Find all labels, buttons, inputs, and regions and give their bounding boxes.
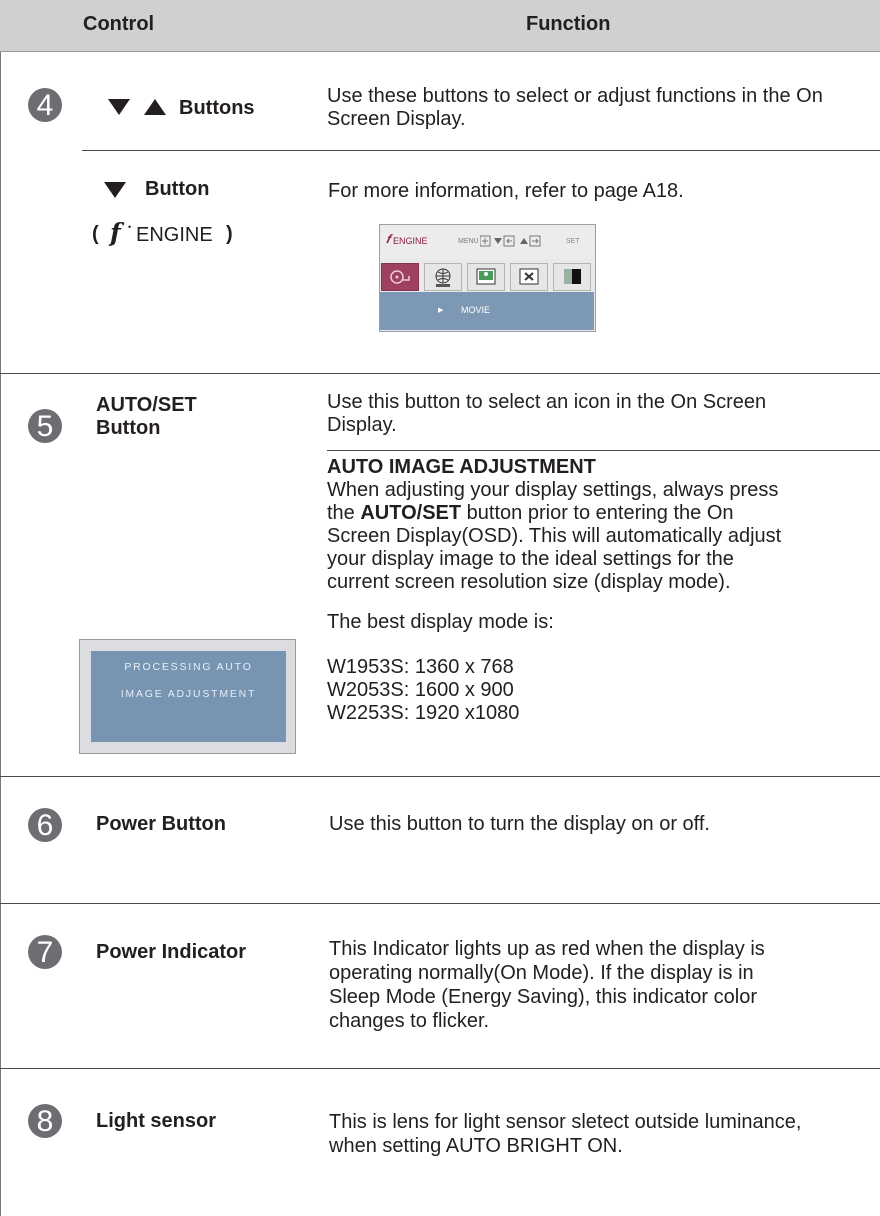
arrow-down-up-icon — [108, 97, 172, 122]
f-engine-logo-icon: 𝒇 — [110, 218, 121, 247]
control-label-5b: Button — [96, 417, 161, 439]
left-border — [0, 52, 1, 1216]
row-separator-4-5 — [0, 373, 880, 374]
mode-w2253s: W2253S: 1920 x1080 — [327, 702, 520, 724]
function-line-6: Use this button to turn the display on o… — [329, 813, 710, 835]
osd-f-icon: 𝒇 — [386, 232, 391, 246]
processing-line-2: IMAGE ADJUSTMENT — [120, 688, 257, 700]
number-badge-8: 8 — [28, 1104, 62, 1138]
function-line-5b: Display. — [327, 414, 397, 436]
osd-menu-label: MENU — [458, 238, 479, 245]
osd-close-icon — [510, 263, 548, 291]
auto-line-5: current screen resolution size (display … — [327, 571, 731, 593]
osd-picture-icon — [467, 263, 505, 291]
control-label-4b: Button — [145, 178, 210, 200]
function-line-7a: This Indicator lights up as red when the… — [329, 938, 765, 960]
function-line-7b: operating normally(On Mode). If the disp… — [329, 962, 754, 984]
row-divider-5 — [327, 450, 880, 451]
row-separator-6-7 — [0, 903, 880, 904]
control-label-6: Power Button — [96, 813, 226, 835]
osd-arrow-icon: ▶ — [438, 307, 444, 314]
dot-icon: • — [128, 222, 132, 232]
control-label-8: Light sensor — [96, 1110, 217, 1132]
row-divider-4 — [82, 150, 880, 151]
function-line-8a: This is lens for light sensor sletect ou… — [329, 1111, 802, 1133]
osd-internet-icon — [424, 263, 462, 291]
mode-w2053s: W2053S: 1600 x 900 — [327, 679, 514, 701]
header-function: Function — [526, 13, 611, 35]
row-separator-7-8 — [0, 1068, 880, 1069]
mode-w1953s: W1953S: 1360 x 768 — [327, 656, 514, 678]
function-line-8b: when setting AUTO BRIGHT ON. — [329, 1135, 623, 1157]
header-control: Control — [83, 13, 155, 35]
auto-line-3: Screen Display(OSD). This will automatic… — [327, 525, 782, 547]
control-label-5a: AUTO/SET — [96, 394, 197, 416]
osd-movie-icon — [381, 263, 419, 291]
auto-line-2: the AUTO/SET button prior to entering th… — [327, 502, 734, 524]
paren-open: ( — [92, 223, 99, 245]
paren-close: ) — [226, 223, 233, 245]
auto-heading: AUTO IMAGE ADJUSTMENT — [327, 456, 596, 478]
auto-line-4: your display image to the ideal settings… — [327, 548, 734, 570]
number-badge-4: 4 — [28, 88, 62, 122]
function-line-4c: For more information, refer to page A18. — [328, 180, 684, 202]
function-line-4b: Screen Display. — [327, 108, 466, 130]
auto-line-1: When adjusting your display settings, al… — [327, 479, 779, 501]
number-badge-5: 5 — [28, 409, 62, 443]
number-badge-6: 6 — [28, 808, 62, 842]
row-separator-5-6 — [0, 776, 880, 777]
osd-nav-icons — [479, 235, 558, 254]
control-label-7: Power Indicator — [96, 941, 247, 963]
number-badge-7: 7 — [28, 935, 62, 969]
osd-title: ENGINE — [393, 236, 428, 246]
osd-set-label: SET — [566, 238, 580, 245]
function-line-4a: Use these buttons to select or adjust fu… — [327, 85, 823, 107]
processing-line-1: PROCESSING AUTO — [124, 661, 253, 673]
osd-mode-label: MOVIE — [461, 305, 491, 315]
function-line-7c: Sleep Mode (Energy Saving), this indicat… — [329, 986, 757, 1008]
function-line-7d: changes to flicker. — [329, 1010, 490, 1032]
function-line-5a: Use this button to select an icon in the… — [327, 391, 767, 413]
best-mode-label: The best display mode is: — [327, 611, 554, 633]
engine-label: ENGINE — [136, 224, 213, 246]
arrow-down-icon — [104, 180, 128, 205]
control-label-4: Buttons — [179, 97, 255, 119]
osd-contrast-icon — [553, 263, 591, 291]
